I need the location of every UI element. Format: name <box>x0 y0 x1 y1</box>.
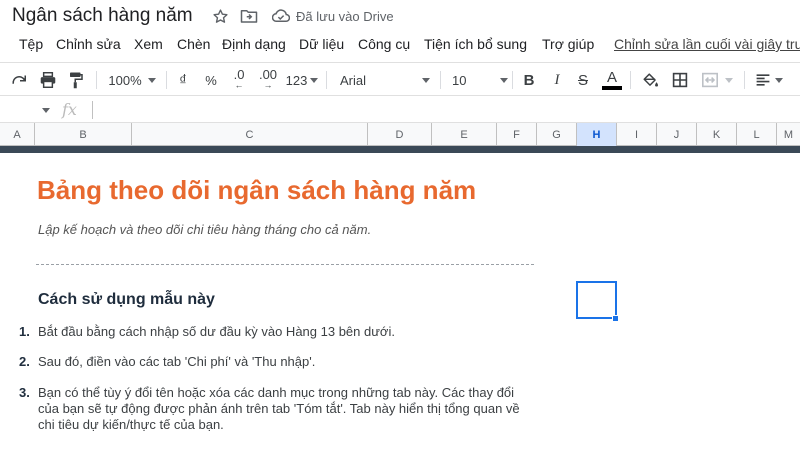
last-edit-link[interactable]: Chỉnh sửa lần cuối vài giây trước <box>614 36 800 52</box>
column-header[interactable]: I <box>617 123 657 146</box>
decrease-decimal-label: .0 <box>233 67 245 82</box>
decrease-decimal-button[interactable]: .0 ← <box>226 63 252 97</box>
saved-status: Đã lưu vào Drive <box>296 9 394 24</box>
sheet-title: Bảng theo dõi ngân sách hàng năm <box>37 175 477 205</box>
arrow-left-icon: ← <box>234 80 244 90</box>
toolbar-divider <box>440 71 441 89</box>
star-icon[interactable] <box>211 7 229 25</box>
text-color-swatch <box>602 86 622 90</box>
menu-file[interactable]: Tệp <box>19 36 43 52</box>
column-header[interactable]: D <box>368 123 432 146</box>
title-bar: Ngân sách hàng năm Đã lưu vào Drive <box>0 0 800 32</box>
strikethrough-button[interactable]: S <box>572 63 594 97</box>
step-text: Bạn có thể tùy ý đổi tên hoặc xóa các da… <box>38 385 520 432</box>
step-number: 1. <box>19 324 30 339</box>
arrow-right-icon: → <box>263 80 273 90</box>
paint-format-icon[interactable] <box>64 63 88 97</box>
step-text: Sau đó, điền vào các tab 'Chi phí' và 'T… <box>38 354 316 369</box>
text-color-letter: A <box>606 69 617 86</box>
zoom-value: 100% <box>108 72 142 88</box>
menu-addons[interactable]: Tiện ích bổ sung <box>424 36 527 52</box>
chevron-down-icon <box>147 77 156 83</box>
toolbar-divider <box>744 71 745 89</box>
name-box-chevron-icon[interactable] <box>42 108 50 113</box>
sheet-subtitle: Lập kế hoạch và theo dõi chi tiêu hàng t… <box>38 222 372 237</box>
increase-decimal-label: .00 <box>258 67 278 82</box>
sheet-grid[interactable]: Bảng theo dõi ngân sách hàng năm Lập kế … <box>0 153 800 450</box>
column-header[interactable]: K <box>697 123 737 146</box>
text-color-button[interactable]: A <box>600 63 624 97</box>
italic-button[interactable]: I <box>546 63 568 97</box>
column-header[interactable]: B <box>35 123 132 146</box>
cloud-done-icon[interactable] <box>272 7 290 25</box>
column-header[interactable]: E <box>432 123 497 146</box>
chevron-down-icon <box>775 77 783 83</box>
percent-format-button[interactable]: % <box>200 63 222 97</box>
font-size-select[interactable]: 10 <box>452 63 508 97</box>
menu-data[interactable]: Dữ liệu <box>299 36 344 52</box>
merge-cells-icon[interactable] <box>698 63 736 97</box>
font-family-select[interactable]: Arial <box>340 63 430 97</box>
column-header[interactable]: C <box>132 123 368 146</box>
fill-color-icon[interactable] <box>638 63 662 97</box>
column-headers: A B C D E F G H I J K L M <box>0 123 800 146</box>
more-formats-select[interactable]: 123 <box>284 63 320 97</box>
toolbar-divider <box>166 71 167 89</box>
menu-bar: Tệp Chỉnh sửa Xem Chèn Định dạng Dữ liệu… <box>0 32 800 58</box>
font-size-value: 10 <box>452 72 467 88</box>
column-header[interactable]: F <box>497 123 537 146</box>
zoom-select[interactable]: 100% <box>104 63 160 97</box>
fill-handle[interactable] <box>612 315 619 322</box>
document-title[interactable]: Ngân sách hàng năm <box>12 5 193 27</box>
formula-bar: fx <box>0 97 800 123</box>
increase-decimal-button[interactable]: .00 → <box>254 63 282 97</box>
frozen-header-bar <box>0 146 800 153</box>
chevron-down-icon <box>310 77 319 83</box>
more-formats-label: 123 <box>285 72 308 88</box>
step-number: 2. <box>19 354 30 369</box>
column-header[interactable]: A <box>0 123 35 146</box>
redo-icon[interactable] <box>8 63 32 97</box>
currency-format-button[interactable]: ₫ <box>172 63 194 97</box>
borders-icon[interactable] <box>668 63 692 97</box>
toolbar-divider <box>96 71 97 89</box>
toolbar-divider <box>512 71 513 89</box>
column-header[interactable]: L <box>737 123 777 146</box>
step-number: 3. <box>19 385 30 400</box>
menu-format[interactable]: Định dạng <box>222 36 286 52</box>
menu-insert[interactable]: Chèn <box>177 36 210 52</box>
move-folder-icon[interactable] <box>240 7 258 25</box>
horizontal-align-icon[interactable] <box>752 63 786 97</box>
howto-heading: Cách sử dụng mẫu này <box>38 291 215 308</box>
menu-view[interactable]: Xem <box>134 36 163 52</box>
column-header[interactable]: G <box>537 123 577 146</box>
toolbar-divider <box>326 71 327 89</box>
formula-divider <box>92 101 93 119</box>
step-text: Bắt đầu bằng cách nhập số dư đầu kỳ vào … <box>38 324 395 339</box>
column-header[interactable]: M <box>777 123 800 146</box>
column-header-selected[interactable]: H <box>577 123 617 146</box>
chevron-down-icon <box>422 77 430 83</box>
dashed-divider <box>36 264 534 265</box>
font-family-value: Arial <box>340 72 367 88</box>
print-icon[interactable] <box>36 63 60 97</box>
chevron-down-icon <box>725 77 733 83</box>
toolbar-divider <box>630 71 631 89</box>
bold-button[interactable]: B <box>518 63 540 97</box>
fx-icon: fx <box>62 100 77 119</box>
selected-cell[interactable] <box>576 281 617 319</box>
column-header[interactable]: J <box>657 123 697 146</box>
toolbar: 100% ₫ % .0 ← .00 → 123 Arial 10 B I S A <box>0 62 800 96</box>
chevron-down-icon <box>500 77 508 83</box>
menu-edit[interactable]: Chỉnh sửa <box>56 36 121 52</box>
menu-tools[interactable]: Công cụ <box>358 36 410 52</box>
menu-help[interactable]: Trợ giúp <box>542 36 594 52</box>
